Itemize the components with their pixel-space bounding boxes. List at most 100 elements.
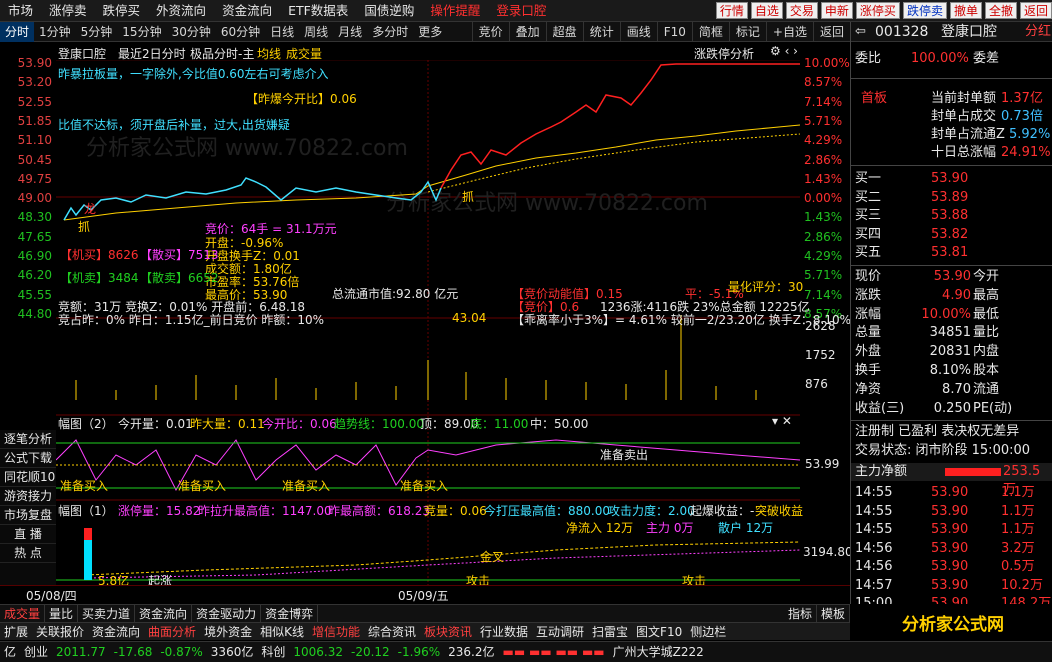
function-tab-0[interactable]: 扩展 — [0, 623, 32, 641]
period-tab-3[interactable]: 15分钟 — [117, 22, 166, 42]
tick-price: 53.90 — [931, 503, 969, 519]
tick-price: 53.90 — [931, 559, 969, 574]
chart-tool-tab-1[interactable]: 叠加 — [508, 22, 546, 42]
indicator-tab-3[interactable]: 资金流向 — [135, 604, 193, 623]
menu-item-2[interactable]: 跌停买 — [95, 0, 149, 22]
quick-btn-1[interactable]: 自选 — [750, 2, 783, 19]
indicator-right-0[interactable]: 指标 — [784, 605, 817, 623]
function-tab-1[interactable]: 关联报价 — [32, 623, 88, 641]
chart-tool-tab-3[interactable]: 统计 — [582, 22, 620, 42]
menu-item-5[interactable]: ETF数据表 — [280, 0, 356, 22]
period-tab-9[interactable]: 多分时 — [367, 22, 413, 42]
indicator-tab-0[interactable]: 成交量 — [0, 604, 46, 623]
chart-tool-tab-7[interactable]: 标记 — [728, 22, 766, 42]
function-tab-5[interactable]: 相似K线 — [256, 623, 308, 641]
indicator-tab-2[interactable]: 买卖力道 — [78, 604, 136, 623]
idx2-pct: -0.87% — [160, 645, 203, 659]
settings-icon[interactable]: ⚙ ‹ › — [770, 44, 798, 58]
indicator-tab-4[interactable]: 资金驱动力 — [192, 604, 262, 623]
function-tab-9[interactable]: 行业数据 — [476, 623, 532, 641]
chart-tool-tab-6[interactable]: 简框 — [691, 22, 729, 42]
period-tab-6[interactable]: 日线 — [265, 22, 299, 42]
menu-item-0[interactable]: 市场 — [0, 0, 41, 22]
function-tab-2[interactable]: 资金流向 — [88, 623, 144, 641]
tick-time: 14:55 — [855, 522, 893, 537]
tool-col-item-6[interactable]: 热 点 — [0, 544, 56, 563]
chart-tool-tab-0[interactable]: 竞价 — [471, 22, 509, 42]
quick-btn-3[interactable]: 申新 — [820, 2, 853, 19]
menu-item-8[interactable]: 登录口腔 — [488, 0, 554, 22]
period-tab-5[interactable]: 60分钟 — [216, 22, 265, 42]
price-tick-right: 5.71% — [804, 268, 843, 283]
chart-tool-tab-5[interactable]: F10 — [656, 22, 692, 42]
menu-item-3[interactable]: 外资流向 — [148, 0, 214, 22]
function-tab-3[interactable]: 曲面分析 — [144, 623, 200, 641]
fu2-close-icon[interactable]: ▾ ✕ — [772, 414, 792, 428]
stat-key-2: 最低 — [973, 306, 1000, 322]
tool-col-item-3[interactable]: 游资接力 — [0, 487, 56, 506]
quick-btn-0[interactable]: 行情 — [715, 2, 748, 19]
idx3-name[interactable]: 科创 — [257, 642, 289, 662]
period-tab-8[interactable]: 月线 — [333, 22, 367, 42]
menu-item-6[interactable]: 国债逆购 — [356, 0, 422, 22]
period-tab-4[interactable]: 30分钟 — [167, 22, 216, 42]
indicator-right-1[interactable]: 模板 — [817, 605, 850, 623]
chart-tool-tab-2[interactable]: 超盘 — [545, 22, 583, 42]
tick-time: 14:56 — [855, 540, 893, 556]
tool-col-item-0[interactable]: 逐笔分析 — [0, 430, 56, 449]
function-tab-13[interactable]: 侧边栏 — [686, 623, 730, 641]
quick-btn-4[interactable]: 涨停买 — [855, 2, 900, 19]
quick-btn-5[interactable]: 跌停卖 — [902, 2, 947, 19]
tool-col-item-4[interactable]: 市场复盘 — [0, 506, 56, 525]
annotation-row5: 【乖离率小于3%】= 4.61% 较前一2/23.20亿 换手Z：8.10% — [512, 313, 852, 327]
bid-row: 买一 53.90 — [851, 170, 1052, 188]
quote-panel: ⇦ 001328 登康口腔 分红 委比 100.00% 委差 首板 当前封单额 1… — [850, 22, 1052, 622]
function-tab-6[interactable]: 增信功能 — [308, 623, 364, 641]
period-tab-10[interactable]: 更多 — [413, 22, 447, 42]
function-tab-12[interactable]: 图文F10 — [632, 623, 686, 641]
price-tick-left: 53.90 — [17, 56, 52, 70]
chart-tool-tab-8[interactable]: +自选 — [765, 22, 813, 42]
chart-tool-tab-9[interactable]: 返回 — [812, 22, 850, 42]
trade-state: 交易状态: 闭市阶段 15:00:00 — [855, 443, 1031, 458]
quote-tag[interactable]: 分红 — [1025, 23, 1051, 41]
quick-btn-8[interactable]: 返回 — [1019, 2, 1052, 19]
chart-tool-tab-4[interactable]: 画线 — [619, 22, 657, 42]
stat-key-2: PE(动) — [973, 400, 1013, 416]
price-tick-right: 2.86% — [804, 229, 843, 244]
tool-col-item-1[interactable]: 公式下载 — [0, 449, 56, 468]
period-tab-7[interactable]: 周线 — [299, 22, 333, 42]
tick-vol: 3.2万 — [1001, 540, 1035, 556]
quick-btn-6[interactable]: 撤单 — [949, 2, 982, 19]
stat-row: 现价 53.90 今开 — [851, 268, 1052, 286]
quote-code: 001328 — [875, 24, 929, 40]
menu-item-1[interactable]: 涨停卖 — [41, 0, 95, 22]
bid-price: 53.88 — [931, 208, 969, 223]
tool-col-item-5[interactable]: 直 播 — [0, 525, 56, 544]
period-tab-1[interactable]: 1分钟 — [34, 22, 76, 42]
indicator-tab-1[interactable]: 量比 — [45, 604, 79, 623]
quick-btn-7[interactable]: 全撤 — [984, 2, 1017, 19]
fu1-bid-vol: 竞量：0.06 — [424, 504, 487, 518]
menu-item-4[interactable]: 资金流向 — [214, 0, 280, 22]
indicator-tab-5[interactable]: 资金博弈 — [261, 604, 319, 623]
menu-item-7[interactable]: 操作提醒 — [422, 0, 488, 22]
period-tab-0[interactable]: 分时 — [0, 21, 35, 42]
idx2-name[interactable]: 创业 — [20, 642, 52, 662]
quick-btn-2[interactable]: 交易 — [785, 2, 818, 19]
stat-value: 8.70 — [942, 381, 971, 397]
tick-time: 14:56 — [855, 559, 893, 574]
function-tab-10[interactable]: 互动调研 — [532, 623, 588, 641]
tool-col-item-2[interactable]: 同花顺10 — [0, 468, 56, 487]
function-tab-8[interactable]: 板块资讯 — [420, 623, 476, 641]
price-tick-right: 2.86% — [804, 152, 843, 167]
back-icon[interactable]: ⇦ — [855, 23, 866, 41]
function-tab-7[interactable]: 综合资讯 — [364, 623, 420, 641]
chart-area[interactable]: 登康口腔 最近2日分时 极品分时-主 均线 成交量 涨跌停分析 ⚙ ‹ › 53… — [0, 42, 853, 602]
function-tab-4[interactable]: 境外资金 — [200, 623, 256, 641]
tick-row: 14:56 53.90 3.2万 — [851, 540, 1052, 558]
fu2-buy-4: 准备买入 — [400, 479, 449, 493]
function-tab-11[interactable]: 扫雷宝 — [588, 623, 632, 641]
stat-value: 34851 — [929, 325, 971, 341]
period-tab-2[interactable]: 5分钟 — [76, 22, 118, 42]
